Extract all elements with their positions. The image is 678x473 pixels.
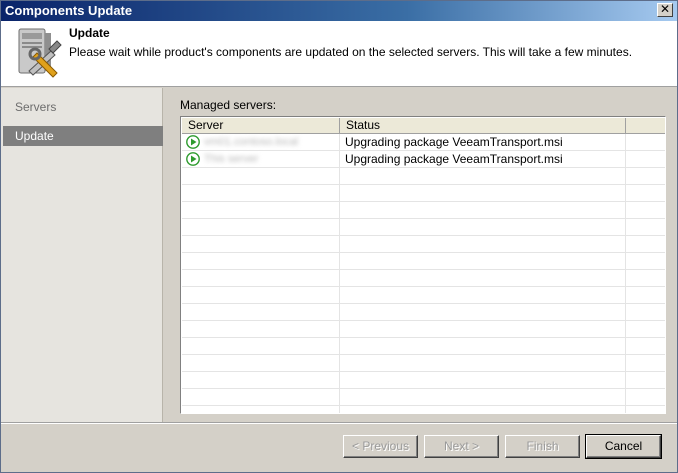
- grid-rows: vm01.contoso.local Upgrading package Vee…: [182, 134, 665, 413]
- empty-row: [182, 168, 665, 185]
- empty-row: [182, 202, 665, 219]
- wizard-header: Update Please wait while product's compo…: [1, 21, 677, 87]
- page-title: Update: [69, 26, 110, 40]
- empty-row: [182, 338, 665, 355]
- server-name: vm01.contoso.local: [204, 136, 299, 148]
- page-description: Please wait while product's components a…: [69, 45, 633, 59]
- wizard-footer: < Previous Next > Finish Cancel: [1, 423, 677, 472]
- managed-servers-grid[interactable]: Server Status vm01.contoso.local Upgradi…: [180, 116, 666, 414]
- sidebar-item-update[interactable]: Update: [3, 126, 163, 146]
- server-tools-icon: [18, 28, 62, 78]
- main-content: Managed servers: Server Status vm01.cont…: [164, 88, 677, 423]
- status-cell: Upgrading package VeeamTransport.msi: [340, 151, 626, 167]
- play-green-icon: [186, 135, 200, 149]
- column-header-filler: [626, 118, 665, 134]
- server-cell: This server: [182, 151, 340, 167]
- empty-row: [182, 355, 665, 372]
- status-cell: Upgrading package VeeamTransport.msi: [340, 134, 626, 150]
- managed-servers-label: Managed servers:: [180, 98, 277, 112]
- server-cell: vm01.contoso.local: [182, 134, 340, 150]
- window-title: Components Update: [5, 3, 133, 18]
- wizard-steps-sidebar: Servers Update: [1, 88, 163, 423]
- previous-button[interactable]: < Previous: [343, 435, 418, 458]
- empty-row: [182, 287, 665, 304]
- empty-row: [182, 321, 665, 338]
- grid-header: Server Status: [182, 118, 665, 134]
- close-icon[interactable]: ✕: [657, 3, 673, 17]
- empty-row: [182, 253, 665, 270]
- sidebar-item-servers[interactable]: Servers: [3, 97, 163, 117]
- next-button[interactable]: Next >: [424, 435, 499, 458]
- empty-row: [182, 372, 665, 389]
- table-row[interactable]: This server Upgrading package VeeamTrans…: [182, 151, 665, 168]
- empty-row: [182, 236, 665, 253]
- components-update-window: Components Update ✕ Update Please wait w…: [0, 0, 678, 473]
- empty-rows: [182, 168, 665, 413]
- column-header-server[interactable]: Server: [182, 118, 340, 134]
- cancel-button[interactable]: Cancel: [585, 434, 662, 459]
- column-header-status[interactable]: Status: [340, 118, 626, 134]
- finish-button[interactable]: Finish: [505, 435, 580, 458]
- empty-row: [182, 304, 665, 321]
- title-bar[interactable]: Components Update ✕: [1, 1, 677, 21]
- empty-row: [182, 270, 665, 287]
- empty-row: [182, 406, 665, 413]
- table-row[interactable]: vm01.contoso.local Upgrading package Vee…: [182, 134, 665, 151]
- play-green-icon: [186, 152, 200, 166]
- empty-row: [182, 389, 665, 406]
- empty-row: [182, 219, 665, 236]
- server-name: This server: [204, 153, 259, 165]
- empty-row: [182, 185, 665, 202]
